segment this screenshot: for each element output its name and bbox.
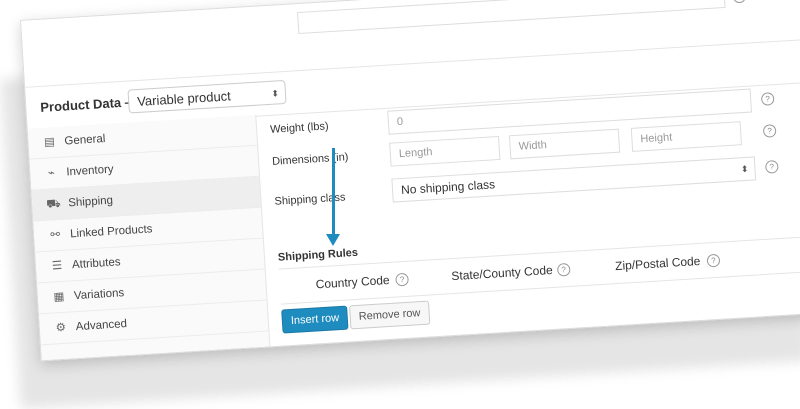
help-icon[interactable]: ?: [732, 0, 747, 4]
height-input[interactable]: Height: [630, 121, 742, 152]
calendar-icon: ▦: [53, 290, 65, 304]
length-input[interactable]: Length: [389, 135, 501, 167]
product-data-tabs: ▤ General ⌁ Inventory ⛟ Shipping ⚯ Linked Pr…: [27, 114, 271, 361]
help-icon[interactable]: ?: [395, 272, 409, 287]
shipping-class-value: No shipping class: [400, 177, 496, 198]
shipping-panel: Weight (lbs) 0 ? Dimensions (in) Length …: [255, 81, 800, 346]
help-icon[interactable]: ?: [764, 159, 779, 174]
arrow-shaft: [332, 148, 335, 236]
tab-label: Linked Products: [69, 223, 153, 241]
country-code-column: Country Code: [315, 272, 391, 292]
tab-label: Inventory: [66, 163, 114, 179]
zip-postal-code-column: Zip/Postal Code: [614, 253, 701, 274]
chart-icon: ⌁: [47, 167, 56, 180]
width-input[interactable]: Width: [508, 128, 621, 160]
dimensions-label: Dimensions (in): [271, 151, 349, 168]
help-icon[interactable]: ?: [762, 124, 777, 138]
remove-row-button[interactable]: Remove row: [349, 300, 431, 330]
insert-row-button[interactable]: Insert row: [281, 305, 349, 334]
tab-label: Advanced: [75, 318, 128, 334]
link-icon: ⚯: [50, 228, 61, 242]
tab-label: Attributes: [71, 256, 121, 272]
document-icon: ▤: [43, 136, 56, 149]
top-input[interactable]: [297, 0, 726, 35]
shipping-class-select[interactable]: No shipping class ⬍: [391, 156, 757, 203]
truck-icon: ⛟: [45, 197, 62, 211]
help-icon[interactable]: ?: [706, 253, 721, 268]
tab-label: General: [64, 133, 106, 148]
gear-icon: ⚙: [55, 321, 67, 335]
select-arrows-icon: ⬍: [271, 88, 280, 99]
tab-label: Variations: [73, 287, 125, 303]
product-data-title: Product Data —: [39, 93, 139, 115]
arrow-head: [326, 234, 340, 246]
state-county-code-column: State/County Code: [451, 262, 554, 284]
select-arrows-icon: ⬍: [740, 163, 749, 175]
shipping-class-label: Shipping class: [274, 191, 346, 208]
shipping-rules-title: Shipping Rules: [277, 246, 359, 264]
product-data-panel: ? Product Data — Variable product ⬍ ▤ Gen…: [20, 0, 800, 362]
tab-label: Shipping: [67, 194, 114, 210]
help-icon[interactable]: ?: [760, 92, 775, 106]
product-type-value: Variable product: [136, 88, 232, 109]
help-icon[interactable]: ?: [556, 262, 571, 277]
product-type-select[interactable]: Variable product ⬍: [127, 79, 287, 114]
list-icon: ☰: [51, 259, 63, 273]
weight-label: Weight (lbs): [269, 120, 329, 136]
